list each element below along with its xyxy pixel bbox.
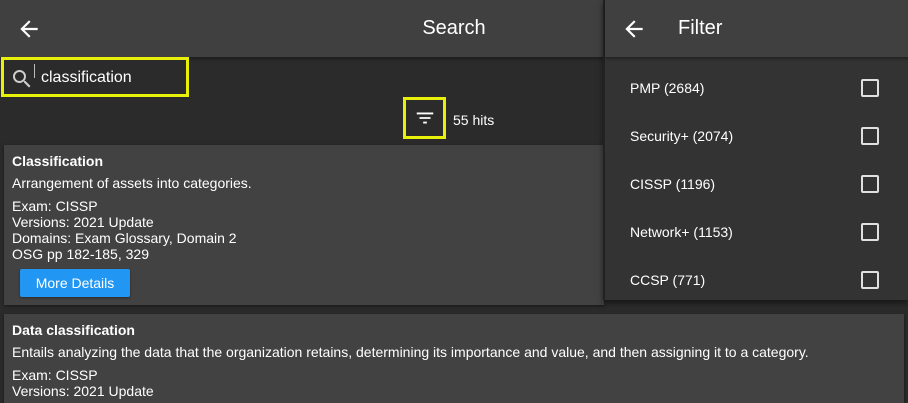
result-title: Data classification [12, 322, 135, 338]
filter-list-icon [416, 112, 433, 124]
result-title: Classification [12, 153, 104, 169]
filter-title: Filter [678, 17, 723, 39]
arrow-left-icon[interactable] [621, 16, 647, 42]
result-exam: Exam: CISSP [12, 198, 98, 214]
result-description: Entails analyzing the data that the orga… [12, 344, 809, 360]
filter-item-security-plus[interactable]: Security+ (2074) [605, 112, 908, 160]
search-icon [13, 70, 31, 88]
result-domains: Domains: Exam Glossary, Domain 2 [12, 230, 237, 246]
filter-panel: Filter PMP (2684) Security+ (2074) CISSP… [603, 0, 908, 300]
filter-item-network-plus[interactable]: Network+ (1153) [605, 208, 908, 256]
result-exam: Exam: CISSP [12, 367, 98, 383]
filter-checkbox[interactable] [861, 79, 879, 97]
more-details-button[interactable]: More Details [20, 269, 130, 297]
filter-item-pmp[interactable]: PMP (2684) [605, 64, 908, 112]
filter-checkbox[interactable] [861, 127, 879, 145]
result-osg-pages: OSG pp 182-185, 329 [12, 246, 149, 262]
result-card: Classification Arrangement of assets int… [4, 145, 604, 305]
result-description: Arrangement of assets into categories. [12, 175, 252, 191]
result-versions: Versions: 2021 Update [12, 383, 154, 399]
filter-checkbox[interactable] [861, 271, 879, 289]
result-card: Data classification Entails analyzing th… [4, 314, 904, 403]
hits-count: 55 hits [453, 112, 495, 128]
search-input[interactable]: classification [41, 69, 181, 87]
filter-button[interactable] [403, 97, 446, 139]
filter-item-label: Security+ (2074) [630, 128, 734, 144]
text-caret [34, 64, 35, 78]
filter-item-label: CISSP (1196) [630, 176, 716, 192]
result-versions: Versions: 2021 Update [12, 214, 154, 230]
filter-header: Filter [605, 0, 908, 57]
filter-checkbox[interactable] [861, 223, 879, 241]
filter-item-label: PMP (2684) [630, 80, 705, 96]
filter-item-cissp[interactable]: CISSP (1196) [605, 160, 908, 208]
filter-item-ccsp[interactable]: CCSP (771) [605, 256, 908, 304]
filter-checkbox[interactable] [861, 175, 879, 193]
filter-item-label: Network+ (1153) [630, 224, 733, 240]
search-box[interactable]: classification [1, 57, 189, 97]
filter-item-label: CCSP (771) [630, 272, 706, 288]
